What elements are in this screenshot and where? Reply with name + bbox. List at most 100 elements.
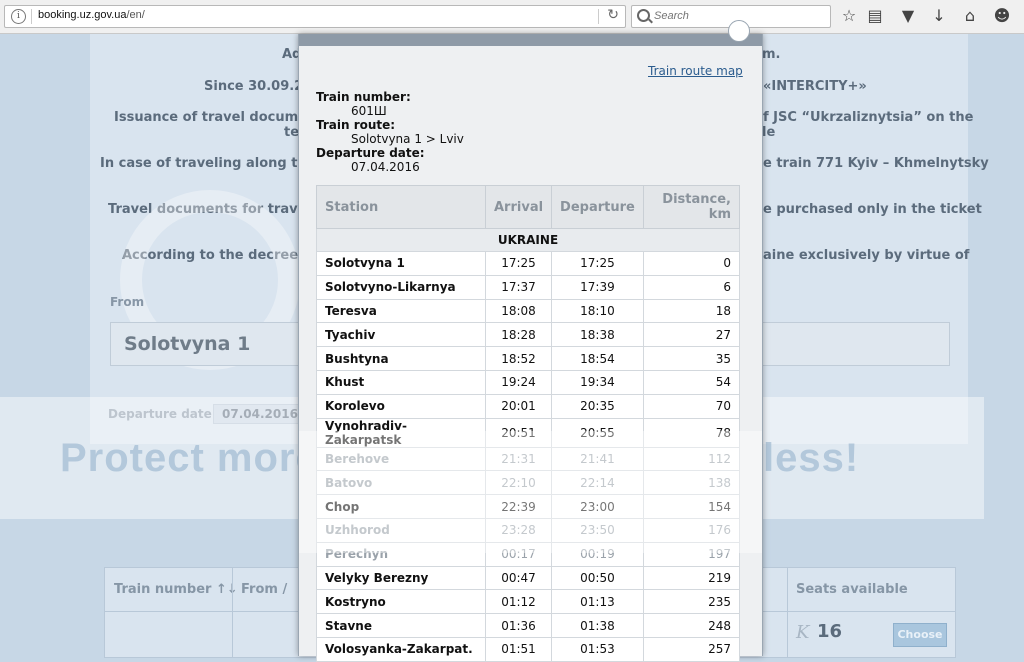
route-row: Teresva 18:08 18:10 18 xyxy=(316,298,741,324)
station-cell: Berehove xyxy=(316,446,486,472)
distance-cell: 257 xyxy=(642,636,741,662)
from-value: Solotvyna 1 xyxy=(124,333,251,355)
seats-header: Seats available xyxy=(796,582,908,597)
station-cell: Solotvyna 1 xyxy=(316,251,486,276)
arrival-cell: 17:25 xyxy=(484,251,553,276)
train-number-label: Train number: xyxy=(316,90,411,104)
from-field[interactable]: Solotvyna 1 xyxy=(110,322,302,366)
info-icon[interactable]: i xyxy=(11,9,26,24)
route-row: Bushtyna 18:52 18:54 35 xyxy=(316,346,741,371)
distance-cell: 112 xyxy=(642,446,741,472)
distance-cell: 35 xyxy=(642,346,741,371)
arrival-cell: 21:31 xyxy=(484,446,553,472)
departure-cell: 01:53 xyxy=(551,636,644,662)
station-cell: Korolevo xyxy=(316,393,486,419)
station-header: Station xyxy=(316,185,486,229)
route-row: Khust 19:24 19:34 54 xyxy=(316,369,741,395)
distance-cell: 18 xyxy=(642,298,741,324)
arrival-cell: 00:17 xyxy=(484,541,553,567)
browser-toolbar: i booking.uz.gov.ua/en/ ↻ ☆ ▤ ▼ ↓ ⌂ ☻ xyxy=(0,0,1024,34)
arrival-cell: 00:47 xyxy=(484,565,553,591)
arrival-cell: 01:12 xyxy=(484,589,553,615)
departure-cell: 23:50 xyxy=(551,517,644,543)
seat-count: 16 xyxy=(817,621,843,642)
distance-cell: 219 xyxy=(642,565,741,591)
bookmark-star-icon[interactable]: ☆ xyxy=(840,7,858,25)
url-text[interactable]: booking.uz.gov.ua/en/ xyxy=(38,9,145,21)
train-number-header[interactable]: Train number ↑↓ xyxy=(114,582,238,597)
close-icon[interactable] xyxy=(728,20,750,42)
departure-cell: 18:10 xyxy=(551,298,644,324)
arrival-cell: 19:24 xyxy=(484,369,553,395)
notice-line: m. xyxy=(762,47,781,62)
distance-cell: 54 xyxy=(642,369,741,395)
departure-cell: 20:35 xyxy=(551,393,644,419)
departure-cell: 18:38 xyxy=(551,322,644,348)
country-row: UKRAINE xyxy=(316,228,740,252)
station-cell: Bushtyna xyxy=(316,346,486,371)
distance-cell: 138 xyxy=(642,470,741,496)
route-row: Tyachiv 18:28 18:38 27 xyxy=(316,322,741,348)
notice-line: te xyxy=(284,125,300,140)
station-cell: Stavne xyxy=(316,613,486,638)
station-cell: Uzhhorod xyxy=(316,517,486,543)
distance-cell: 197 xyxy=(642,541,741,567)
station-cell: Solotvyno-Likarnya xyxy=(316,274,486,300)
distance-cell: 176 xyxy=(642,517,741,543)
arrival-header: Arrival xyxy=(484,185,553,229)
search-icon xyxy=(637,9,650,22)
departure-cell: 17:39 xyxy=(551,274,644,300)
arrival-cell: 18:08 xyxy=(484,298,553,324)
modal-header-bar xyxy=(299,34,762,46)
home-icon[interactable]: ⌂ xyxy=(961,7,979,25)
route-row: Perechyn 00:17 00:19 197 xyxy=(316,541,741,567)
departure-date-value: 07.04.2016 xyxy=(351,160,420,174)
departure-header: Departure xyxy=(551,185,644,229)
departure-cell: 22:14 xyxy=(551,470,644,496)
train-route-modal: Train route map Train number: 601Ш Train… xyxy=(298,20,763,662)
distance-cell: 27 xyxy=(642,322,741,348)
departure-cell: 21:41 xyxy=(551,446,644,472)
route-row: Korolevo 20:01 20:35 70 xyxy=(316,393,741,419)
notice-line: Issuance of travel document xyxy=(114,110,323,125)
from-header[interactable]: From / xyxy=(241,582,287,597)
chat-icon[interactable]: ☻ xyxy=(993,7,1011,25)
notice-line: e train 771 Kyiv – Khmelnytsky xyxy=(763,156,989,171)
route-row: Velyky Berezny 00:47 00:50 219 xyxy=(316,565,741,591)
arrival-cell: 22:39 xyxy=(484,494,553,519)
reading-list-icon[interactable]: ▤ xyxy=(866,7,884,25)
arrival-cell: 01:36 xyxy=(484,613,553,638)
notice-line: e purchased only in the ticket xyxy=(763,202,982,217)
pocket-icon[interactable]: ▼ xyxy=(899,7,917,25)
station-cell: Vynohradiv-Zakarpatsk xyxy=(316,417,486,448)
address-divider xyxy=(31,9,32,24)
route-row: Kostryno 01:12 01:13 235 xyxy=(316,589,741,615)
departure-cell: 20:55 xyxy=(551,417,644,448)
arrival-cell: 01:51 xyxy=(484,636,553,662)
to-field[interactable] xyxy=(760,322,950,366)
route-row: Solotvyno-Likarnya 17:37 17:39 6 xyxy=(316,274,741,300)
station-cell: Batovo xyxy=(316,470,486,496)
departure-cell: 01:38 xyxy=(551,613,644,638)
distance-cell: 0 xyxy=(642,251,741,276)
route-row: Volosyanka-Zakarpat. 01:51 01:53 257 xyxy=(316,636,741,662)
column-divider xyxy=(232,568,233,657)
notice-line: f JSC “Ukrzaliznytsia” on the xyxy=(763,110,974,125)
download-icon[interactable]: ↓ xyxy=(930,7,948,25)
arrival-cell: 17:37 xyxy=(484,274,553,300)
route-table: Station Arrival Departure Distance, km U… xyxy=(316,185,741,662)
route-row: Vynohradiv-Zakarpatsk 20:51 20:55 78 xyxy=(316,417,741,448)
distance-cell: 6 xyxy=(642,274,741,300)
notice-line: Since 30.09.20 xyxy=(204,79,313,94)
train-route-map-link[interactable]: Train route map xyxy=(648,64,743,78)
station-cell: Teresva xyxy=(316,298,486,324)
reload-icon[interactable]: ↻ xyxy=(607,7,619,23)
distance-cell: 235 xyxy=(642,589,741,615)
arrival-cell: 23:28 xyxy=(484,517,553,543)
departure-cell: 00:50 xyxy=(551,565,644,591)
train-route-label: Train route: xyxy=(316,118,396,132)
station-cell: Kostryno xyxy=(316,589,486,615)
address-bar[interactable]: i booking.uz.gov.ua/en/ ↻ xyxy=(4,5,626,28)
station-cell: Khust xyxy=(316,369,486,395)
choose-button[interactable]: Choose xyxy=(893,623,947,647)
